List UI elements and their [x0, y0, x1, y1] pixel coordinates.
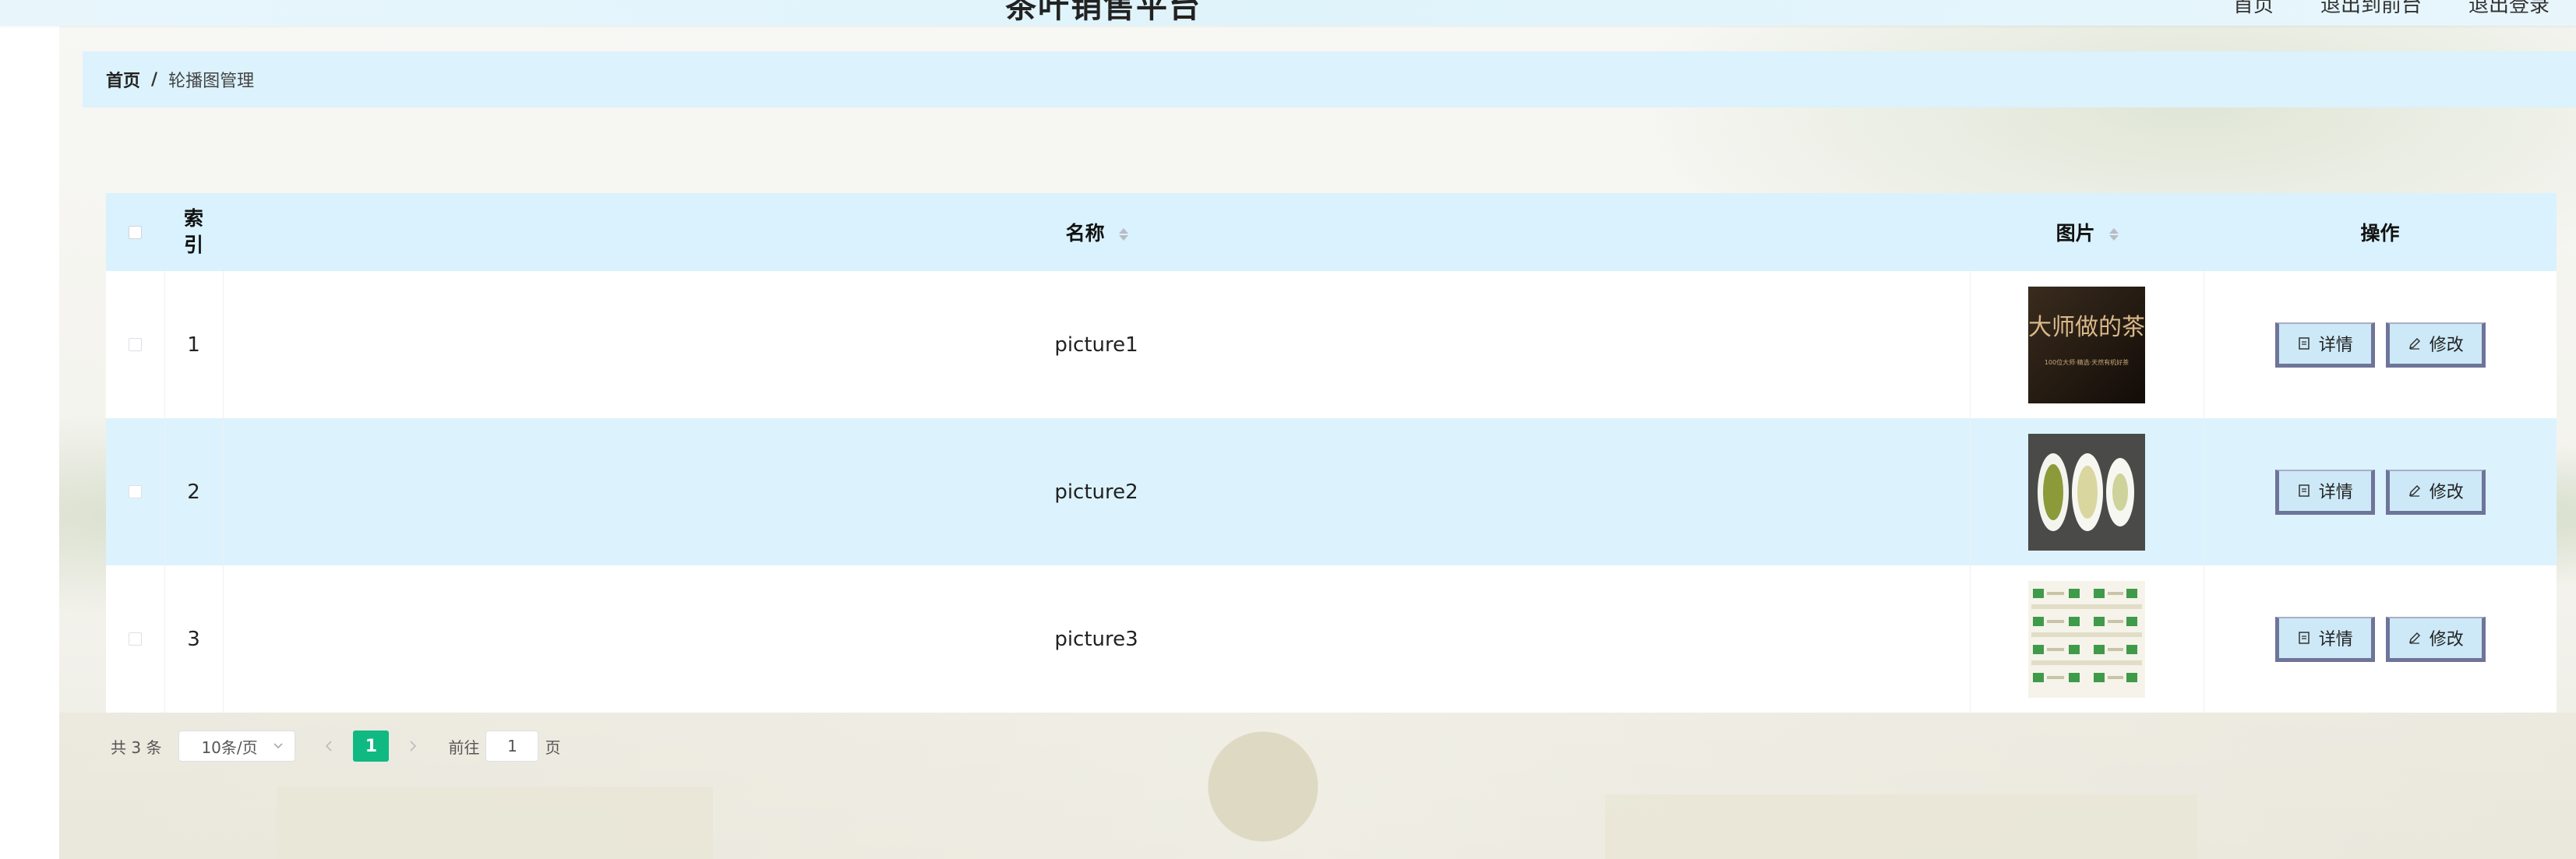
edit-button-label: 修改: [2429, 483, 2464, 502]
detail-button-label: 详情: [2318, 336, 2353, 355]
row-actions: 详情 修改: [2204, 565, 2557, 713]
detail-button[interactable]: 详情: [2274, 322, 2375, 368]
site-title: 茶叶销售平台: [1005, 0, 1202, 25]
edit-button[interactable]: 修改: [2385, 322, 2486, 368]
background-decoration: [1605, 794, 2197, 859]
column-header-image[interactable]: 图片: [1970, 193, 2204, 271]
breadcrumb-separator: /: [151, 69, 158, 90]
chevron-down-icon: [273, 743, 284, 749]
edit-button[interactable]: 修改: [2385, 616, 2486, 662]
thumbnail-subtitle: 100位大师·精选·天然有机好茶: [2045, 358, 2129, 366]
pencil-icon: [2408, 632, 2420, 644]
row-image-cell: 大师做的茶 100位大师·精选·天然有机好茶: [1970, 271, 2204, 418]
table-row: 2 picture2 详情 修改: [106, 418, 2557, 565]
detail-button-label: 详情: [2318, 483, 2353, 502]
goto-label: 前往: [448, 738, 480, 757]
pagination: 共 3 条 10条/页 1 前往 页: [111, 729, 560, 763]
row-index: 1: [164, 271, 224, 418]
detail-button[interactable]: 详情: [2274, 469, 2375, 515]
carousel-thumbnail[interactable]: 大师做的茶 100位大师·精选·天然有机好茶: [2028, 286, 2145, 403]
row-checkbox[interactable]: [128, 337, 142, 351]
next-page-button[interactable]: [400, 731, 426, 762]
document-icon: [2298, 632, 2310, 644]
side-rail: [0, 23, 59, 859]
column-header-name[interactable]: 名称: [223, 193, 1970, 271]
row-checkbox[interactable]: [128, 632, 142, 646]
row-select-cell: [106, 271, 165, 418]
row-index: 3: [164, 565, 224, 713]
edit-button[interactable]: 修改: [2385, 469, 2486, 515]
table-header-row: 索引 名称 图片 操作: [106, 193, 2557, 271]
chevron-right-icon: [410, 741, 417, 752]
prev-page-button[interactable]: [316, 731, 342, 762]
data-table: 索引 名称 图片 操作 1 picture1 大师做的茶 100位大师·精选·天…: [106, 193, 2557, 713]
edit-button-label: 修改: [2429, 630, 2464, 650]
column-header-index: 索引: [164, 193, 223, 271]
page-size-value: 10条/页: [201, 738, 258, 757]
pencil-icon: [2408, 484, 2420, 497]
document-icon: [2298, 337, 2310, 350]
page-size-select[interactable]: 10条/页: [178, 731, 296, 762]
select-all-cell: [106, 193, 164, 271]
carousel-thumbnail[interactable]: [2028, 433, 2145, 551]
row-image-cell: [1970, 565, 2204, 713]
chevron-left-icon: [326, 741, 333, 752]
pagination-total: 共 3 条: [111, 738, 162, 757]
sort-caret-icon[interactable]: [2109, 227, 2119, 242]
row-select-cell: [106, 418, 165, 565]
column-header-image-label: 图片: [2056, 222, 2095, 245]
select-all-checkbox[interactable]: [129, 225, 142, 239]
row-name: picture1: [223, 271, 1971, 418]
row-checkbox[interactable]: [128, 484, 142, 498]
row-select-cell: [106, 565, 165, 713]
row-image-cell: [1970, 418, 2204, 565]
header-link-home[interactable]: 首页: [2233, 0, 2274, 18]
goto-suffix: 页: [545, 738, 561, 757]
breadcrumb-home[interactable]: 首页: [106, 67, 140, 92]
breadcrumb: 首页 / 轮播图管理: [83, 51, 2576, 107]
page-number-current[interactable]: 1: [353, 731, 390, 762]
header-link-frontend[interactable]: 退出到前台: [2320, 0, 2422, 18]
document-icon: [2298, 484, 2310, 497]
row-actions: 详情 修改: [2204, 418, 2557, 565]
edit-button-label: 修改: [2429, 336, 2464, 355]
goto-page-input[interactable]: [485, 731, 539, 762]
row-actions: 详情 修改: [2204, 271, 2557, 418]
table-row: 1 picture1 大师做的茶 100位大师·精选·天然有机好茶 详情 修改: [106, 271, 2557, 418]
header-link-logout[interactable]: 退出登录: [2468, 0, 2550, 18]
column-header-actions: 操作: [2204, 193, 2557, 271]
column-header-actions-label: 操作: [2360, 222, 2400, 245]
row-name: picture2: [223, 418, 1971, 565]
thumbnail-title: 大师做的茶: [2028, 314, 2145, 341]
column-header-index-label: 索引: [183, 207, 203, 256]
sort-caret-icon[interactable]: [1119, 227, 1129, 242]
detail-button-label: 详情: [2318, 630, 2353, 650]
row-name: picture3: [223, 565, 1971, 713]
pencil-icon: [2408, 337, 2420, 350]
breadcrumb-current: 轮播图管理: [168, 72, 255, 91]
row-index: 2: [164, 418, 224, 565]
detail-button[interactable]: 详情: [2274, 616, 2375, 662]
background-decoration: [277, 787, 713, 859]
column-header-name-label: 名称: [1065, 222, 1105, 245]
top-header: 茶叶销售平台 首页 退出到前台 退出登录: [0, 0, 2576, 26]
table-row: 3 picture3 详情 修改: [106, 565, 2557, 713]
header-links: 首页 退出到前台 退出登录: [2233, 0, 2550, 18]
carousel-thumbnail[interactable]: [2028, 580, 2145, 698]
